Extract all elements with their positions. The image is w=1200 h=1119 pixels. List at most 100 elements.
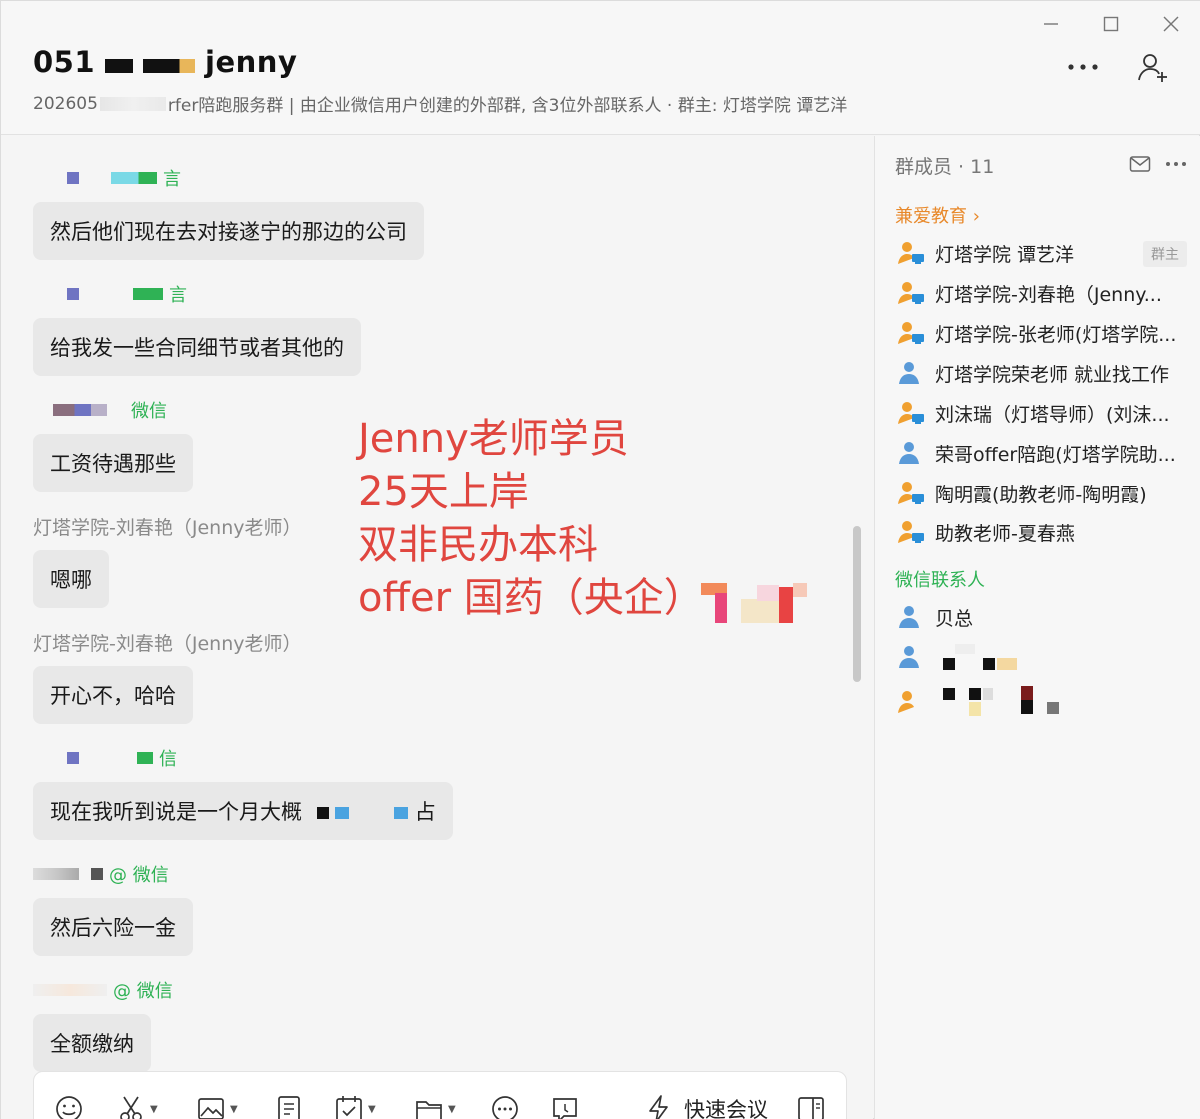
add-member-button[interactable]: [1135, 49, 1171, 85]
user-icon: [899, 362, 919, 384]
group-title-prefix: 051: [33, 45, 96, 79]
member-name: 荣哥offer陪跑(灯塔学院助...: [935, 443, 1176, 466]
screenshot-button[interactable]: ▼: [116, 1094, 158, 1119]
sender-name-suffix: @ 微信: [109, 865, 169, 886]
message-bubble[interactable]: 然后六险一金: [33, 898, 193, 956]
message-bubble[interactable]: 开心不，哈哈: [33, 666, 193, 724]
message-item: 言 给我发一些合同细节或者其他的: [33, 280, 361, 376]
lightning-icon: [649, 1095, 668, 1119]
folder-icon: [416, 1101, 442, 1119]
comment-button[interactable]: [550, 1094, 580, 1119]
member-item[interactable]: 灯塔学院 谭艺洋 群主: [897, 238, 1187, 268]
mail-icon[interactable]: [1129, 154, 1151, 174]
emoji-button[interactable]: [54, 1094, 84, 1119]
member-item[interactable]: 荣哥offer陪跑(灯塔学院助...: [897, 438, 1187, 468]
promo-overlay: Jenny老师学员 25天上岸 双非民办本科 offer 国药（央企）: [358, 413, 704, 625]
header-actions: [1065, 49, 1171, 85]
file-button[interactable]: ▼: [414, 1094, 456, 1119]
redacted-name: [943, 686, 1059, 716]
member-item[interactable]: 灯塔学院荣老师 就业找工作: [897, 358, 1187, 388]
close-icon: [1163, 16, 1179, 32]
member-count: 群成员 · 11: [895, 156, 995, 178]
org-section-label[interactable]: 兼爱教育 ›: [895, 202, 980, 228]
sender-name-suffix: 言: [169, 285, 187, 306]
chat-window: 051 jenny 202605 rfer陪跑服务群 | 由企业微信用户创建的外…: [0, 0, 1200, 1119]
user-icon: [899, 442, 919, 464]
enterprise-user-icon: [898, 521, 924, 543]
member-item[interactable]: 贝总: [897, 602, 1187, 632]
member-item[interactable]: 灯塔学院-张老师(灯塔学院...: [897, 318, 1187, 348]
redacted-block: [137, 752, 153, 764]
more-icon[interactable]: [1165, 154, 1187, 174]
message-bubble[interactable]: 给我发一些合同细节或者其他的: [33, 318, 361, 376]
member-item[interactable]: [897, 642, 1187, 672]
redacted-name: [943, 644, 1017, 670]
promo-line: Jenny老师学员: [358, 416, 629, 462]
message-list[interactable]: 言 然后他们现在去对接遂宁的那边的公司 言 给我发一些合同细节或者其他的 微信 …: [1, 136, 873, 1119]
member-item[interactable]: [897, 682, 1187, 722]
member-name: 助教老师-夏春燕: [935, 522, 1075, 545]
group-subtitle-main: rfer陪跑服务群 | 由企业微信用户创建的外部群, 含3位外部联系人 · 群主…: [167, 96, 848, 116]
minimize-button[interactable]: [1021, 7, 1081, 41]
chevron-down-icon: ▼: [230, 1103, 238, 1115]
message-sender: @ 微信: [33, 860, 193, 888]
message-item: 言 然后他们现在去对接遂宁的那边的公司: [33, 164, 424, 260]
chat-more-icon: [492, 1096, 518, 1119]
group-subtitle: 202605 rfer陪跑服务群 | 由企业微信用户创建的外部群, 含3位外部联…: [33, 91, 848, 117]
scissors-icon: [120, 1096, 142, 1119]
more-button[interactable]: [1065, 49, 1101, 85]
message-bubble[interactable]: 嗯哪: [33, 550, 109, 608]
quick-meeting-button[interactable]: 快速会议: [644, 1094, 768, 1119]
enterprise-user-icon: [898, 691, 914, 713]
close-button[interactable]: [1141, 7, 1200, 41]
minimize-icon: [1044, 23, 1058, 25]
message-sender: 灯塔学院-刘春艳（Jenny老师）: [33, 632, 302, 655]
promo-line: offer 国药（央企）: [358, 575, 704, 621]
message-item: 微信 工资待遇那些: [33, 396, 193, 492]
member-item[interactable]: 灯塔学院-刘春艳（Jenny...: [897, 278, 1187, 308]
member-name: 刘沫瑞（灯塔导师）(刘沫...: [935, 403, 1170, 426]
sender-name-suffix: @ 微信: [113, 981, 173, 1002]
chat-scrollbar[interactable]: [853, 526, 861, 682]
message-sender: 言: [33, 164, 424, 192]
redacted-block: [143, 59, 196, 73]
sender-name-suffix: 微信: [131, 401, 167, 422]
message-sender: 微信: [33, 396, 193, 424]
chevron-down-icon: ▼: [448, 1103, 456, 1115]
image-button[interactable]: ▼: [196, 1094, 238, 1119]
sender-name-suffix: 信: [159, 749, 177, 770]
message-sender: 言: [33, 280, 361, 308]
message-bubble[interactable]: 全额缴纳: [33, 1014, 151, 1072]
redacted-block: [91, 868, 103, 880]
message-bubble[interactable]: 现在我听到说是一个月大概 占: [33, 782, 453, 840]
member-item[interactable]: 陶明霞(助教老师-陶明霞): [897, 478, 1187, 508]
message-bubble[interactable]: 工资待遇那些: [33, 434, 193, 492]
input-toolbar: ▼ ▼ ▼ ▼ 快速会议: [33, 1071, 847, 1119]
more-tools-button[interactable]: [490, 1094, 520, 1119]
chevron-down-icon: ▼: [150, 1103, 158, 1115]
member-item[interactable]: 刘沫瑞（灯塔导师）(刘沫...: [897, 398, 1187, 428]
sidebar-toggle-button[interactable]: [796, 1094, 826, 1119]
message-bubble[interactable]: 然后他们现在去对接遂宁的那边的公司: [33, 202, 424, 260]
sidebar-header-actions: [1129, 154, 1187, 174]
maximize-button[interactable]: [1081, 7, 1141, 41]
redacted-block: [33, 984, 107, 996]
message-text: 现在我听到说是一个月大概: [50, 800, 302, 824]
enterprise-user-icon: [898, 242, 924, 264]
document-button[interactable]: [274, 1094, 304, 1119]
schedule-button[interactable]: ▼: [334, 1094, 376, 1119]
redacted-block: [316, 807, 329, 819]
maximize-icon: [1103, 16, 1119, 32]
member-item[interactable]: 助教老师-夏春燕: [897, 517, 1187, 547]
add-user-icon: [1138, 54, 1167, 82]
redacted-block: [99, 96, 166, 111]
member-name: 灯塔学院荣老师 就业找工作: [935, 363, 1170, 386]
redacted-sticker: [701, 583, 807, 623]
redacted-block: [67, 172, 79, 184]
redacted-block: [335, 807, 350, 819]
redacted-block: [67, 752, 79, 764]
promo-line: 双非民办本科: [358, 522, 598, 568]
redacted-block: [53, 404, 107, 416]
chat-header: 051 jenny 202605 rfer陪跑服务群 | 由企业微信用户创建的外…: [1, 1, 1200, 135]
document-icon: [278, 1096, 300, 1119]
